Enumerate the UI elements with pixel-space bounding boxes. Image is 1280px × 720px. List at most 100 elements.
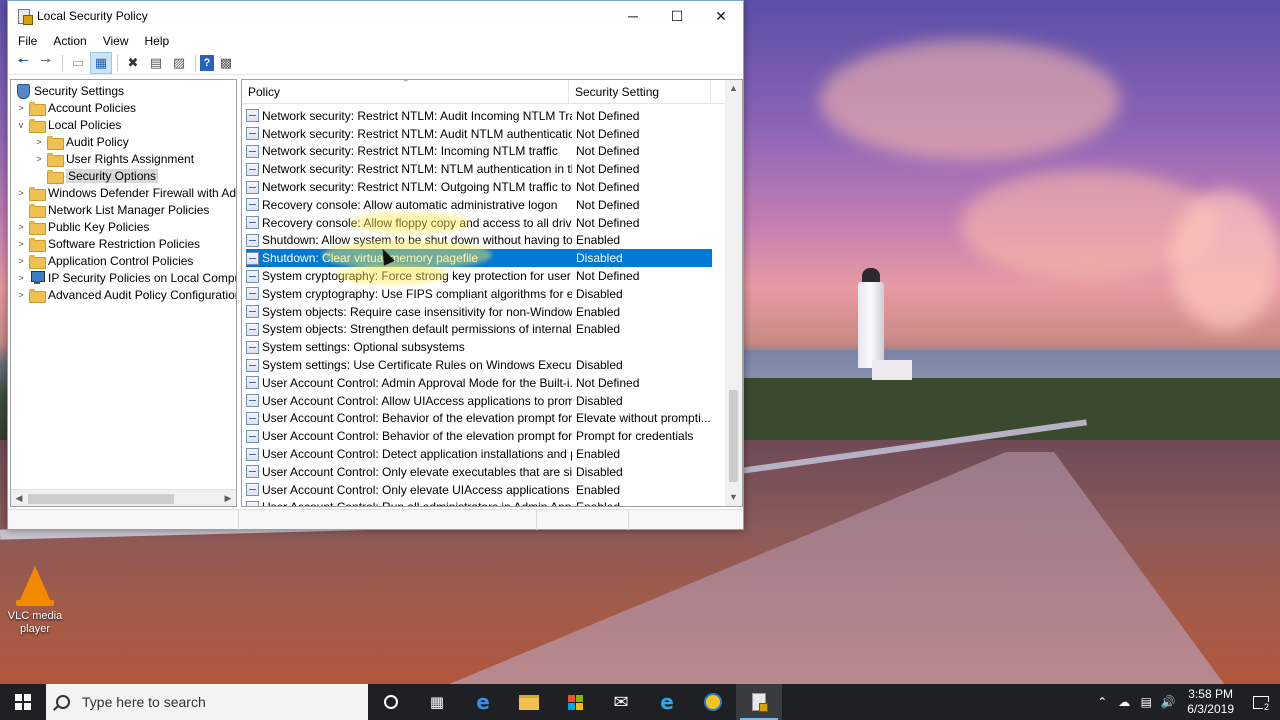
menu-bar: File Action View Help <box>8 31 743 51</box>
minimize-button[interactable]: ─ <box>611 1 655 31</box>
start-button[interactable] <box>0 684 46 720</box>
list-vertical-scrollbar[interactable]: ▲ ▼ <box>725 80 742 506</box>
show-hide-tree-icon[interactable]: ▦ <box>90 51 112 74</box>
security-setting-value: Not Defined <box>576 197 640 212</box>
onedrive-icon[interactable]: ☁ <box>1113 695 1135 709</box>
table-row[interactable]: User Account Control: Run all administra… <box>246 499 712 506</box>
menu-help[interactable]: Help <box>137 34 178 48</box>
forward-arrow-icon[interactable]: 🠖 <box>35 52 57 74</box>
chevron-right-icon[interactable]: > <box>13 103 29 113</box>
tree-item-audit-policy[interactable]: > Audit Policy <box>31 133 129 150</box>
column-header-label: Security Setting <box>575 85 660 99</box>
clock[interactable]: 3:58 PM 6/3/2019 <box>1179 687 1242 717</box>
cortana-button[interactable] <box>368 684 414 720</box>
chevron-right-icon[interactable]: > <box>31 137 47 147</box>
column-header-security-setting[interactable]: Security Setting <box>569 80 711 104</box>
edge-button[interactable]: e <box>460 684 506 720</box>
title-bar[interactable]: Local Security Policy ─ ☐ ✕ <box>8 1 743 31</box>
tree-item-network-list-manager[interactable]: Network List Manager Policies <box>13 201 209 218</box>
tree-item-local-policies[interactable]: v Local Policies <box>13 116 121 133</box>
table-row[interactable]: Shutdown: Clear virtual memory pagefile D… <box>246 249 712 268</box>
maximize-button[interactable]: ☐ <box>655 1 699 31</box>
chevron-right-icon[interactable]: > <box>13 222 29 232</box>
desktop-icon-vlc[interactable]: VLC media player <box>4 566 66 636</box>
chevron-right-icon[interactable]: > <box>13 290 29 300</box>
volume-icon[interactable]: 🔊 <box>1157 695 1179 709</box>
tree-item-advanced-audit[interactable]: > Advanced Audit Policy Configuration <box>13 286 236 303</box>
delete-icon[interactable]: ✖ <box>122 52 144 74</box>
scrollbar-thumb[interactable] <box>28 494 174 504</box>
table-row[interactable]: System objects: Require case insensitivi… <box>246 303 712 321</box>
table-row[interactable]: User Account Control: Only elevate execu… <box>246 463 712 481</box>
table-row[interactable]: User Account Control: Detect application… <box>246 445 712 463</box>
close-button[interactable]: ✕ <box>699 1 743 31</box>
column-header-policy[interactable]: Policy ⌃ <box>242 80 569 104</box>
table-row[interactable]: System settings: Optional subsystems <box>246 338 712 356</box>
chevron-right-icon[interactable]: > <box>13 256 29 266</box>
local-security-policy-taskbar-button[interactable] <box>736 684 782 720</box>
content-area: Security Settings > Account Policies v L… <box>8 77 743 507</box>
scroll-left-icon[interactable]: ◀ <box>11 491 27 506</box>
tree-item-account-policies[interactable]: > Account Policies <box>13 99 136 116</box>
tree-horizontal-scrollbar[interactable]: ◀ ▶ <box>11 489 236 506</box>
back-arrow-icon[interactable]: 🠔 <box>12 52 34 74</box>
policy-name: Network security: Restrict NTLM: NTLM au… <box>262 162 572 177</box>
tree-item-security-settings[interactable]: Security Settings <box>13 82 124 99</box>
menu-view[interactable]: View <box>95 34 137 48</box>
table-row[interactable]: Network security: Restrict NTLM: NTLM au… <box>246 160 712 178</box>
table-row[interactable]: System cryptography: Force strong key pr… <box>246 267 712 285</box>
table-row[interactable]: Network security: Restrict NTLM: Audit N… <box>246 125 712 143</box>
chevron-right-icon[interactable]: > <box>13 188 29 198</box>
table-row[interactable]: System objects: Strengthen default permi… <box>246 321 712 339</box>
tree-item-application-control[interactable]: > Application Control Policies <box>13 252 193 269</box>
table-row[interactable]: Network security: Restrict NTLM: Incomin… <box>246 143 712 161</box>
menu-file[interactable]: File <box>10 34 45 48</box>
table-row[interactable]: User Account Control: Behavior of the el… <box>246 427 712 445</box>
chevron-up-icon[interactable]: ⌃ <box>1091 695 1113 709</box>
table-row[interactable]: Network security: Restrict NTLM: Audit I… <box>246 107 712 125</box>
chevron-right-icon[interactable]: > <box>13 273 29 283</box>
policy-icon <box>246 305 259 319</box>
task-view-button[interactable]: ▦ <box>414 684 460 720</box>
help-icon[interactable]: ? <box>200 54 214 71</box>
table-row[interactable]: Recovery console: Allow automatic admini… <box>246 196 712 214</box>
tree-item-software-restriction[interactable]: > Software Restriction Policies <box>13 235 200 252</box>
menu-action[interactable]: Action <box>45 34 94 48</box>
scroll-down-icon[interactable]: ▼ <box>725 489 742 506</box>
network-icon[interactable]: ▤ <box>1135 695 1157 709</box>
table-row[interactable]: System cryptography: Use FIPS compliant … <box>246 285 712 303</box>
chevron-right-icon[interactable]: > <box>13 239 29 249</box>
scrollbar-thumb[interactable] <box>729 390 738 482</box>
tree-item-security-options[interactable]: Security Options <box>31 167 159 184</box>
table-row[interactable]: System settings: Use Certificate Rules o… <box>246 356 712 374</box>
tree-item-ip-security[interactable]: > IP Security Policies on Local Compute <box>13 269 236 286</box>
taskbar-search-box[interactable]: Type here to search <box>46 684 368 720</box>
tree-item-public-key-policies[interactable]: > Public Key Policies <box>13 218 149 235</box>
scroll-up-icon[interactable]: ▲ <box>725 80 742 97</box>
mail-button[interactable]: ✉ <box>598 684 644 720</box>
chevron-right-icon[interactable]: > <box>31 154 47 164</box>
action-center-button[interactable]: 2 <box>1242 684 1280 720</box>
table-row[interactable]: Network security: Restrict NTLM: Outgoin… <box>246 178 712 196</box>
properties-icon[interactable]: ▤ <box>145 52 167 74</box>
table-row[interactable]: Shutdown: Allow system to be shut down w… <box>246 232 712 250</box>
table-row[interactable]: User Account Control: Only elevate UIAcc… <box>246 481 712 499</box>
export-list-icon[interactable]: ▨ <box>168 52 190 74</box>
ie-alt-button[interactable] <box>690 684 736 720</box>
column-header-label: Policy <box>248 85 281 99</box>
table-row[interactable]: Recovery console: Allow floppy copy and … <box>246 214 712 232</box>
console-icon[interactable]: ▩ <box>215 52 237 74</box>
mail-icon: ✉ <box>613 691 629 712</box>
internet-explorer-button[interactable]: e <box>644 684 690 720</box>
tree-item-user-rights-assignment[interactable]: > User Rights Assignment <box>31 150 194 167</box>
scroll-right-icon[interactable]: ▶ <box>220 491 236 506</box>
table-row[interactable]: User Account Control: Admin Approval Mod… <box>246 374 712 392</box>
file-explorer-button[interactable] <box>506 684 552 720</box>
policy-name: User Account Control: Only elevate execu… <box>262 464 572 479</box>
store-button[interactable] <box>552 684 598 720</box>
table-row[interactable]: User Account Control: Allow UIAccess app… <box>246 392 712 410</box>
table-row[interactable]: User Account Control: Behavior of the el… <box>246 410 712 428</box>
up-folder-icon[interactable]: ▭ <box>67 52 89 74</box>
tree-item-windows-defender-firewall[interactable]: > Windows Defender Firewall with Adva <box>13 184 236 201</box>
chevron-down-icon[interactable]: v <box>13 120 29 130</box>
